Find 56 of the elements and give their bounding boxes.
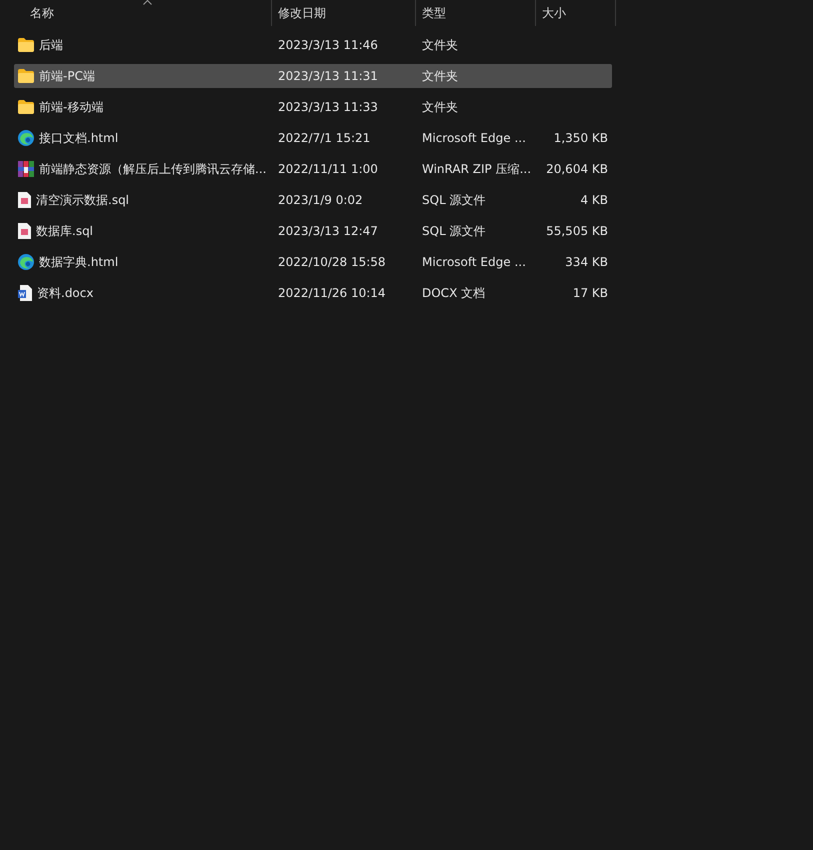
file-name: 前端静态资源（解压后上传到腾讯云存储... [39,160,266,178]
file-type: SQL 源文件 [422,192,486,206]
modified-date: 2022/7/1 15:21 [278,131,370,145]
file-name: 数据库.sql [36,222,94,240]
file-size: 1,350 KB [554,131,608,145]
file-name: 清空演示数据.sql [36,192,130,208]
file-size: 334 KB [565,255,608,269]
file-row[interactable]: 数据字典.html 2022/10/28 15:58 Microsoft Edge ... 334 KB [14,250,612,274]
file-row[interactable]: 清空演示数据.sql 2023/1/9 0:02 SQL 源文件 4 KB [14,188,612,212]
file-row[interactable]: 前端-PC端 2023/3/13 11:31 文件夹 [14,64,612,88]
file-size: 17 KB [572,286,608,300]
modified-date: 2023/3/13 12:47 [278,224,378,238]
file-name: 前端-PC端 [39,68,95,84]
file-type: SQL 源文件 [422,224,486,238]
column-header[interactable]: 名称 [30,4,54,22]
file-row[interactable]: 接口文档.html 2022/7/1 15:21 Microsoft Edge ... 1,350 KB [14,126,612,150]
modified-date: 2023/1/9 0:02 [278,193,363,207]
modified-date: 2022/11/11 1:00 [278,162,378,176]
word-document-icon [18,285,32,301]
column-header[interactable]: 大小 [542,4,566,22]
file-name: 前端-移动端 [39,98,104,116]
browser-icon [18,254,34,270]
folder-icon [18,38,34,52]
file-size: 55,505 KB [546,224,608,238]
file-type: 文件夹 [422,68,458,82]
browser-icon [18,130,34,146]
file-type: WinRAR ZIP 压缩... [422,162,532,176]
folder-icon [18,100,34,114]
file-row[interactable]: 后端 2023/3/13 11:46 文件夹 [14,33,612,57]
file-type: 文件夹 [422,100,458,114]
modified-date: 2023/3/13 11:33 [278,100,378,114]
file-name: 数据字典.html [39,254,118,270]
document-icon [18,223,31,239]
file-type: 文件夹 [422,38,458,52]
file-type: DOCX 文档 [422,286,486,300]
archive-icon [18,161,34,177]
file-size: 4 KB [580,193,608,207]
file-row[interactable]: 前端静态资源（解压后上传到腾讯云存储... 2022/11/11 1:00 WinRAR ZIP 压缩... 20,604 KB [14,157,612,181]
folder-icon [18,69,34,83]
file-type: Microsoft Edge ... [422,131,526,145]
file-type: Microsoft Edge ... [422,255,526,269]
file-name: 资料.docx [37,284,94,302]
modified-date: 2023/3/13 11:31 [278,69,378,83]
file-row[interactable]: 数据库.sql 2023/3/13 12:47 SQL 源文件 55,505 KB [14,219,612,243]
column-header[interactable]: 修改日期 [278,4,326,22]
file-row[interactable]: 资料.docx 2022/11/26 10:14 DOCX 文档 17 KB [14,281,612,305]
column-header[interactable]: 类型 [422,4,446,22]
file-name: 后端 [39,36,63,54]
modified-date: 2023/3/13 11:46 [278,38,378,52]
file-row[interactable]: 前端-移动端 2023/3/13 11:33 文件夹 [14,95,612,119]
file-size: 20,604 KB [546,162,608,176]
document-icon [18,192,31,208]
sort-icon [143,0,152,5]
modified-date: 2022/11/26 10:14 [278,286,386,300]
modified-date: 2022/10/28 15:58 [278,255,386,269]
file-name: 接口文档.html [39,130,118,146]
